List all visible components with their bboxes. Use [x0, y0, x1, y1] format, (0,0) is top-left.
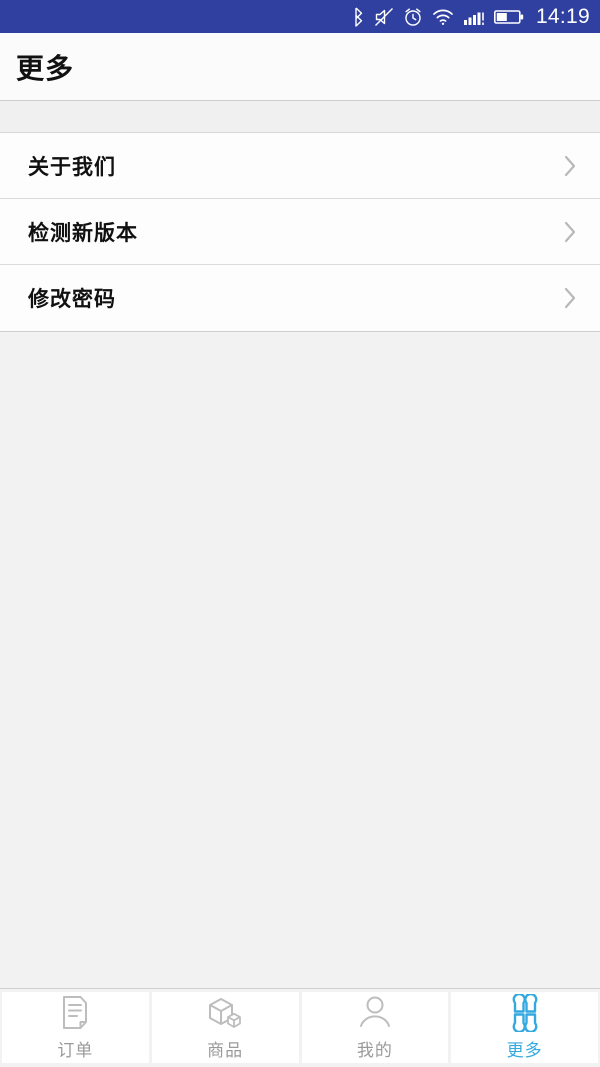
- section-spacer: [0, 101, 600, 133]
- list-item-label: 检测新版本: [28, 221, 138, 245]
- clover-grid-icon: [506, 994, 544, 1032]
- cellular-signal-icon: [463, 6, 485, 28]
- chevron-right-icon: [562, 285, 578, 311]
- empty-content-area: [0, 332, 600, 988]
- chevron-right-icon: [562, 219, 578, 245]
- status-bar-clock: 14:19: [535, 4, 590, 28]
- bluetooth-icon: [352, 6, 365, 28]
- volume-off-icon: [374, 6, 394, 28]
- tab-label: 我的: [356, 1041, 393, 1060]
- bottom-tab-bar: 订单 商品 我的 更多: [0, 988, 600, 1067]
- list-item-change-password[interactable]: 修改密码: [0, 265, 600, 331]
- tab-more[interactable]: 更多: [451, 992, 598, 1063]
- tab-mine[interactable]: 我的: [301, 992, 449, 1063]
- list-item-label: 关于我们: [28, 155, 116, 179]
- tab-label: 商品: [207, 1041, 244, 1060]
- settings-list: 关于我们 检测新版本 修改密码: [0, 133, 600, 332]
- tab-label: 更多: [506, 1041, 543, 1060]
- status-bar: 14:19: [0, 0, 600, 33]
- person-icon: [357, 994, 393, 1032]
- list-item-check-new-version[interactable]: 检测新版本: [0, 199, 600, 265]
- page-title: 更多: [16, 52, 75, 84]
- tab-label: 订单: [57, 1041, 94, 1060]
- app-screen: 14:19 更多 关于我们 检测新版本 修改密码 订单 商品 我的 更多: [0, 0, 600, 1067]
- document-icon: [58, 994, 92, 1032]
- alarm-clock-icon: [403, 6, 423, 28]
- list-item-about-us[interactable]: 关于我们: [0, 133, 600, 199]
- box-icon: [205, 994, 245, 1032]
- wifi-icon: [432, 6, 454, 28]
- list-item-label: 修改密码: [28, 288, 116, 311]
- tab-orders[interactable]: 订单: [2, 992, 149, 1063]
- tab-products[interactable]: 商品: [151, 992, 299, 1063]
- battery-icon: [493, 6, 524, 28]
- chevron-right-icon: [562, 153, 578, 179]
- page-header: 更多: [0, 33, 600, 101]
